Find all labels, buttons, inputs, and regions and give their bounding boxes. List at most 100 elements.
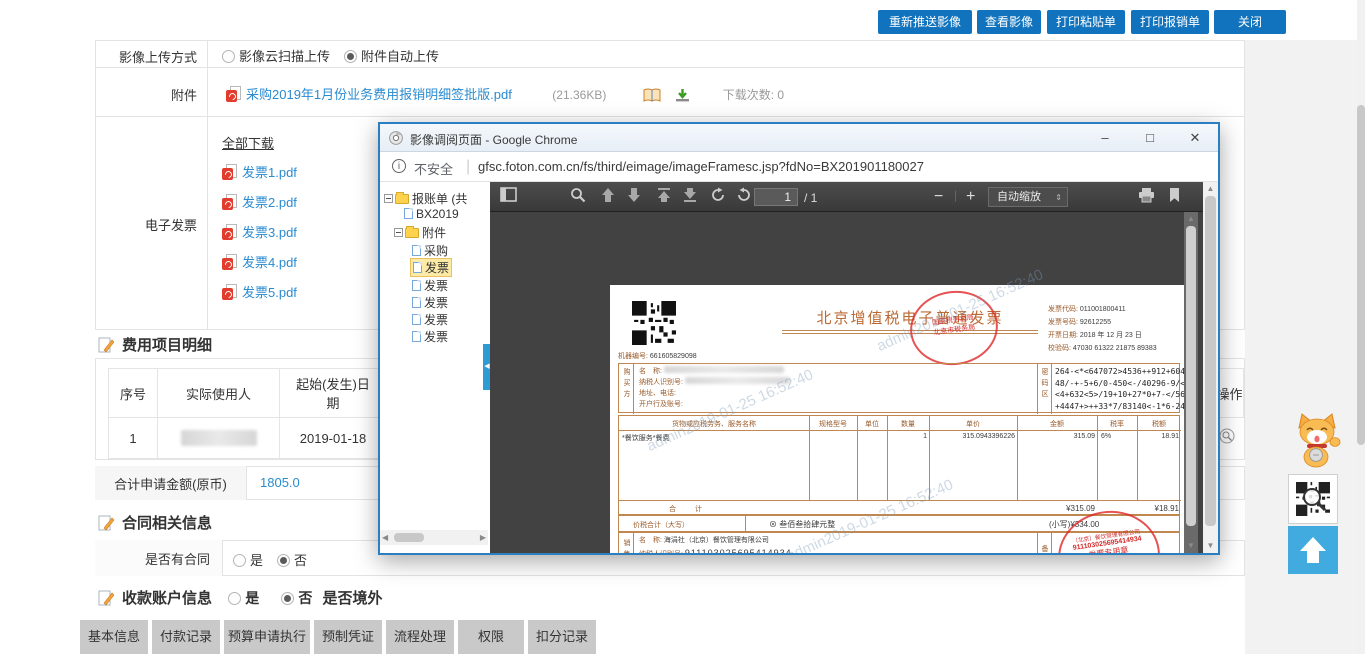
invoice-4-link[interactable]: 发票4.pdf (242, 255, 297, 270)
redacted-buyer-name (664, 366, 784, 373)
pdf-file-icon (222, 194, 237, 210)
row-divider-2 (95, 116, 1245, 117)
cell-user (157, 417, 280, 459)
auto-attach-radio[interactable] (344, 50, 357, 63)
buyer-box: 购买方 名 称: 纳税人识别号: 地址、电话: 开户行及账号: 密码区 264-… (618, 363, 1180, 413)
window-titlebar[interactable]: 影像调阅页面 - Google Chrome – □ ✕ (380, 124, 1218, 152)
pdf-toolbar (490, 182, 1203, 212)
collapse-icon[interactable] (384, 194, 393, 203)
folder-icon (395, 194, 409, 204)
tree-node-purchase[interactable]: 采购 (412, 242, 448, 259)
minimize-button[interactable]: – (1084, 124, 1126, 151)
cloud-scan-radio[interactable] (222, 50, 235, 63)
rotate-ccw-icon[interactable] (736, 187, 756, 207)
invoice-5-link[interactable]: 发票5.pdf (242, 285, 297, 300)
contract-no-radio[interactable] (277, 554, 290, 567)
qr-zoom-widget[interactable] (1288, 474, 1338, 524)
tree-hscrollbar[interactable]: ◀ ▶ (380, 530, 488, 545)
select-arrows-icon: ⇕ (1055, 188, 1062, 207)
print-expense-button[interactable]: 打印报销单 (1131, 10, 1209, 34)
document-icon (412, 314, 421, 325)
search-icon[interactable] (570, 187, 590, 207)
download-all-link[interactable]: 全部下载 (222, 133, 274, 152)
scroll-right-arrow[interactable]: ▶ (480, 533, 486, 542)
tree-node-bill[interactable]: 报账单 (共 (384, 190, 467, 207)
attachment-file-link[interactable]: 采购2019年1月份业务费用报销明细签批版.pdf (246, 87, 512, 102)
overseas-label: 是否境外 (323, 590, 383, 607)
last-page-icon[interactable] (682, 187, 702, 207)
bookmark-icon[interactable] (1168, 187, 1188, 207)
security-label: 不安全 (414, 159, 453, 178)
tree-node-invoice[interactable]: 发票 (412, 277, 448, 294)
tab-permission[interactable]: 权限 (458, 620, 524, 654)
tab-voucher[interactable]: 预制凭证 (314, 620, 382, 654)
col-date: 起始(发生)日期 (279, 368, 387, 418)
tab-process[interactable]: 流程处理 (386, 620, 454, 654)
tab-deduction[interactable]: 扣分记录 (528, 620, 596, 654)
tab-basic-info[interactable]: 基本信息 (80, 620, 148, 654)
back-to-top-button[interactable] (1288, 526, 1338, 574)
invoice-2-link[interactable]: 发票2.pdf (242, 195, 297, 210)
preview-book-icon[interactable] (643, 88, 661, 108)
pdf-scrollbar[interactable]: ▲ ▼ (1184, 212, 1198, 553)
tax-bureau-stamp: 国家税务总局 北京市税务局 (905, 285, 1002, 371)
contract-yes-radio[interactable] (233, 554, 246, 567)
tree-node-invoice[interactable]: 发票 (412, 328, 448, 345)
zoom-out-icon[interactable]: − (934, 188, 943, 206)
account-no-radio[interactable] (281, 592, 294, 605)
fox-mascot (1292, 412, 1342, 473)
rotate-cw-icon[interactable] (710, 187, 730, 207)
next-page-icon[interactable] (626, 187, 646, 207)
account-yes-radio[interactable] (228, 592, 241, 605)
attachment-label: 附件 (95, 85, 197, 104)
cell-date: 2019-01-18 (279, 417, 387, 459)
close-window-button[interactable]: ✕ (1174, 124, 1216, 151)
page-scrollbar-thumb[interactable] (1357, 105, 1365, 445)
repush-image-button[interactable]: 重新推送影像 (878, 10, 972, 34)
tab-payment-record[interactable]: 付款记录 (152, 620, 220, 654)
contract-section-header: 合同相关信息 (98, 512, 212, 535)
close-button[interactable]: 关闭 (1214, 10, 1286, 34)
popup-scroll-thumb[interactable] (1205, 196, 1216, 526)
sidebar-toggle-icon[interactable] (500, 187, 520, 207)
row-zoom-icon[interactable] (1219, 428, 1236, 450)
invoice-1-link[interactable]: 发票1.pdf (242, 165, 297, 180)
zoom-mode-select[interactable]: 自动缩放 ⇕ (988, 187, 1068, 207)
tree-node-invoice[interactable]: 发票 (412, 294, 448, 311)
maximize-button[interactable]: □ (1129, 124, 1171, 151)
pdf-scroll-thumb[interactable] (1186, 226, 1196, 526)
address-bar[interactable]: i 不安全 | gfsc.foton.com.cn/fs/third/eimag… (380, 152, 1218, 182)
chrome-favicon (389, 131, 403, 150)
scroll-left-arrow[interactable]: ◀ (382, 533, 388, 542)
view-image-button[interactable]: 查看影像 (977, 10, 1041, 34)
print-icon[interactable] (1138, 187, 1158, 207)
print-paste-button[interactable]: 打印粘贴单 (1047, 10, 1125, 34)
col-op: 操作 (1216, 368, 1244, 418)
document-icon (412, 331, 421, 342)
tree-hscroll-thumb[interactable] (394, 533, 424, 542)
zoom-in-icon[interactable]: + (966, 188, 975, 206)
prev-page-icon[interactable] (600, 187, 620, 207)
info-icon[interactable]: i (392, 159, 406, 173)
document-icon (404, 208, 413, 219)
document-icon (412, 297, 421, 308)
tree-node-attach[interactable]: 附件 (394, 224, 446, 241)
pdf-page-input[interactable] (754, 188, 798, 206)
tree-node-invoice-selected[interactable]: 发票 (410, 258, 452, 277)
download-icon[interactable] (675, 88, 690, 108)
invoice-meta: 发票代码: 011001800411 发票号码: 92612255 开票日期: … (1048, 303, 1157, 355)
einvoice-item: 发票4.pdf (222, 252, 297, 282)
magnifier-overlay-icon (1301, 486, 1327, 512)
pdf-file-icon (222, 284, 237, 300)
row-divider-1 (95, 67, 1245, 68)
contract-yes-label: 是 (250, 553, 263, 568)
popup-scrollbar[interactable]: ▲ ▼ (1203, 182, 1218, 553)
document-icon (412, 280, 421, 291)
first-page-icon[interactable] (656, 187, 676, 207)
collapse-icon[interactable] (394, 228, 403, 237)
tree-node-invoice[interactable]: 发票 (412, 311, 448, 328)
einvoice-item: 发票5.pdf (222, 282, 297, 312)
invoice-3-link[interactable]: 发票3.pdf (242, 225, 297, 240)
tree-node-bx[interactable]: BX2019 (404, 207, 459, 221)
tab-budget-table[interactable]: 预算申请执行表 (224, 620, 310, 654)
